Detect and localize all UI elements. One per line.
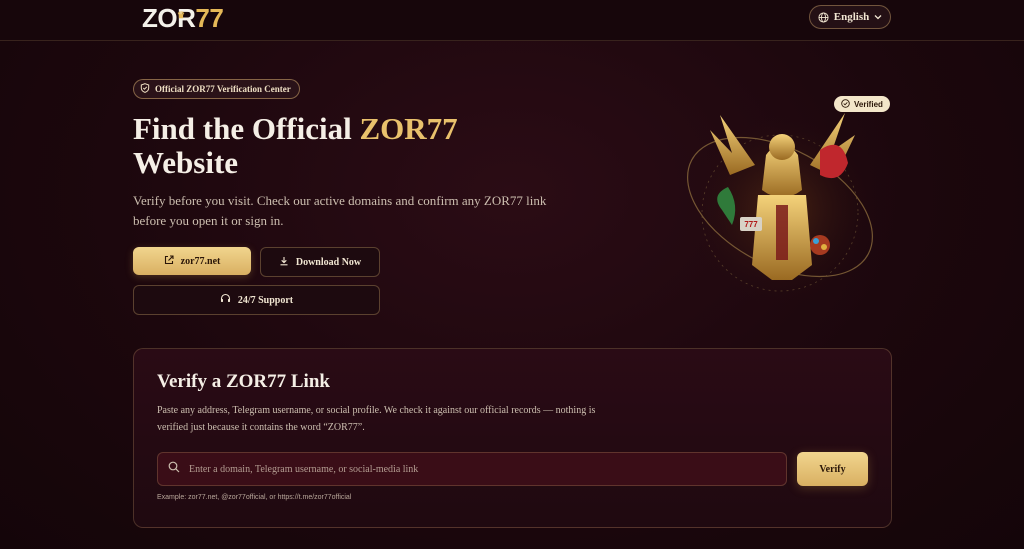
golden-guardian-illustration: 777 xyxy=(670,95,895,320)
globe-icon xyxy=(818,11,829,23)
language-label: English xyxy=(833,11,870,23)
check-circle-icon xyxy=(841,98,850,110)
verify-button[interactable]: Verify xyxy=(797,452,868,486)
badge-label: Official ZOR77 Verification Center xyxy=(155,84,291,94)
chevron-down-icon xyxy=(874,13,882,21)
verified-badge-label: Verified xyxy=(854,99,883,109)
verify-link-card: Verify a ZOR77 Link Paste any address, T… xyxy=(133,348,892,528)
domain-button-label: zor77.net xyxy=(180,255,221,267)
verification-center-badge: Official ZOR77 Verification Center xyxy=(133,79,300,99)
hero-title-brand: ZOR77 xyxy=(359,111,458,146)
shield-check-icon xyxy=(140,83,150,95)
external-link-icon xyxy=(164,254,174,268)
download-icon xyxy=(279,256,289,269)
verified-badge: Verified xyxy=(834,96,890,112)
support-button-label: 24/7 Support xyxy=(237,294,294,306)
official-domain-button[interactable]: zor77.net xyxy=(133,247,251,275)
hero-title-part1: Find the Official xyxy=(133,111,360,146)
support-button[interactable]: 24/7 Support xyxy=(133,285,380,315)
headset-icon xyxy=(220,293,231,307)
logo-text-gold: 77 xyxy=(195,3,224,33)
search-icon xyxy=(168,460,180,478)
logo-text-white: ZOR xyxy=(142,3,196,33)
hero-subtitle: Verify before you visit. Check our activ… xyxy=(133,193,547,228)
download-button-label: Download Now xyxy=(295,256,362,268)
verify-card-description: Paste any address, Telegram username, or… xyxy=(157,405,596,433)
svg-text:777: 777 xyxy=(744,220,758,229)
hero-title-part2: Website xyxy=(133,145,239,180)
zor77-logo[interactable]: ZOR77 ♛ xyxy=(142,3,224,33)
download-now-button[interactable]: Download Now xyxy=(260,247,380,277)
language-selector[interactable]: English xyxy=(809,5,891,29)
verify-card-title: Verify a ZOR77 Link xyxy=(157,371,330,392)
link-search-input[interactable] xyxy=(187,462,771,476)
crown-icon: ♛ xyxy=(177,10,185,20)
link-search-field[interactable] xyxy=(157,452,787,486)
top-navigation-bar: ZOR77 ♛ English xyxy=(0,0,1024,41)
hero-title: Find the Official ZOR77 Website xyxy=(133,112,553,180)
verify-example-text: Example: zor77.net, @zor77official, or h… xyxy=(157,494,352,501)
